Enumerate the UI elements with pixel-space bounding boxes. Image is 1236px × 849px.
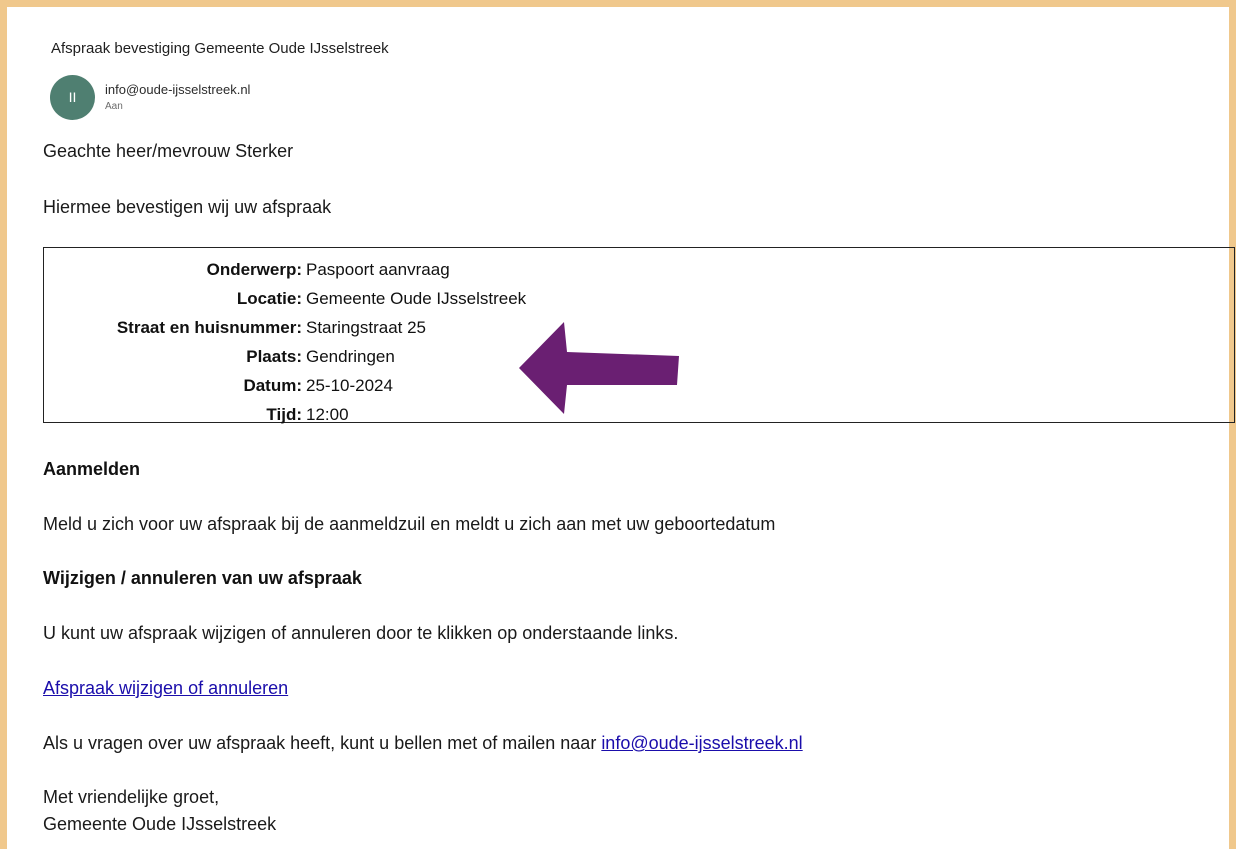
detail-label: Onderwerp:	[206, 259, 302, 279]
sender-address[interactable]: info@oude-ijsselstreek.nl	[105, 82, 250, 97]
detail-label: Straat en huisnummer:	[116, 317, 302, 337]
email-frame: Afspraak bevestiging Gemeente Oude IJsse…	[0, 0, 1236, 849]
detail-label: Plaats:	[246, 346, 302, 366]
email-link[interactable]: info@oude-ijsselstreek.nl	[601, 733, 802, 753]
change-appointment-link[interactable]: Afspraak wijzigen of annuleren	[43, 678, 288, 698]
detail-row-location: Locatie: Gemeente Oude IJsselstreek	[44, 284, 526, 313]
greeting: Geachte heer/mevrouw Sterker	[43, 141, 294, 161]
detail-label: Datum:	[243, 375, 302, 395]
recipient-label[interactable]: Aan	[105, 101, 123, 112]
intro-text: Hiermee bevestigen wij uw afspraak	[43, 197, 332, 217]
detail-value: Staringstraat 25	[306, 317, 427, 337]
questions-text: Als u vragen over uw afspraak heeft, kun…	[43, 733, 803, 754]
change-text: U kunt uw afspraak wijzigen of annuleren…	[43, 623, 679, 643]
detail-row-street: Straat en huisnummer: Staringstraat 25	[44, 313, 526, 342]
questions-label: Als u vragen over uw afspraak heeft, kun…	[43, 733, 602, 753]
detail-value: Gemeente Oude IJsselstreek	[306, 288, 527, 308]
appointment-details-table: Onderwerp: Paspoort aanvraag Locatie: Ge…	[44, 255, 526, 429]
detail-value: Paspoort aanvraag	[306, 259, 450, 279]
email-subject: Afspraak bevestiging Gemeente Oude IJsse…	[51, 40, 389, 57]
left-arrow-icon	[519, 322, 679, 414]
detail-row-subject: Onderwerp: Paspoort aanvraag	[44, 255, 526, 284]
signature-text: Gemeente Oude IJsselstreek	[43, 814, 277, 834]
checkin-heading: Aanmelden	[43, 459, 141, 479]
detail-value: 25-10-2024	[306, 375, 393, 395]
detail-row-time: Tijd: 12:00	[44, 400, 526, 429]
closing-text: Met vriendelijke groet,	[43, 787, 220, 807]
detail-row-date: Datum: 25-10-2024	[44, 371, 526, 400]
detail-label: Locatie:	[236, 288, 302, 308]
change-link-line: Afspraak wijzigen of annuleren	[43, 678, 288, 699]
change-heading: Wijzigen / annuleren van uw afspraak	[43, 568, 362, 588]
detail-label: Tijd:	[266, 404, 302, 424]
detail-value: 12:00	[306, 404, 349, 424]
checkin-text: Meld u zich voor uw afspraak bij de aanm…	[43, 514, 776, 534]
sender-avatar[interactable]: II	[50, 75, 95, 120]
detail-value: Gendringen	[306, 346, 395, 366]
detail-row-city: Plaats: Gendringen	[44, 342, 526, 371]
